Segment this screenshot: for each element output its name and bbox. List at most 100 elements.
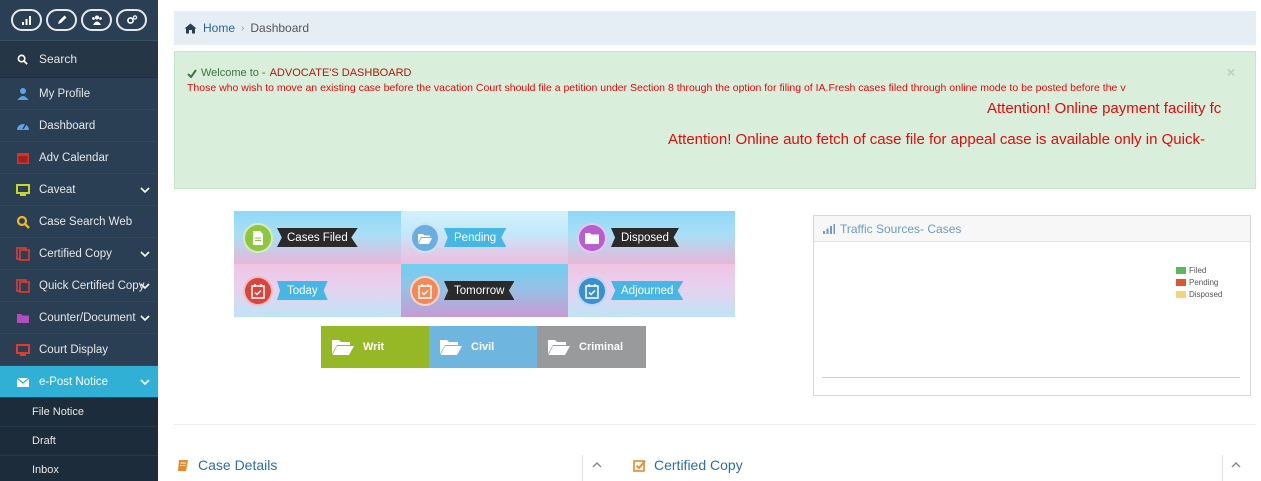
tile-label: Pending bbox=[444, 228, 507, 247]
tile-adjourned[interactable]: Adjourned bbox=[568, 264, 735, 317]
sidebar-subitem-inbox[interactable]: Inbox bbox=[0, 456, 158, 481]
calendar-check-icon bbox=[577, 275, 607, 306]
tile-disposed[interactable]: Disposed bbox=[568, 211, 735, 264]
section-divider bbox=[174, 424, 1256, 425]
sidebar-item-certified-copy[interactable]: Certified Copy bbox=[0, 238, 158, 270]
chart-axis-line bbox=[822, 377, 1240, 378]
legend-item-filed: Filed bbox=[1176, 266, 1222, 275]
writ-button[interactable]: Writ bbox=[321, 326, 429, 368]
users-icon[interactable] bbox=[81, 9, 112, 31]
sidebar-item-label: Certified Copy bbox=[39, 247, 112, 260]
alert-marquee-line-1: Those who wish to move an existing case … bbox=[187, 82, 1126, 94]
case-status-tiles: Cases Filed Pending Disposed Today Tomor… bbox=[234, 211, 735, 317]
criminal-button[interactable]: Criminal bbox=[537, 326, 646, 368]
chevron-up-icon[interactable] bbox=[591, 460, 603, 470]
checkbox-icon bbox=[633, 459, 646, 472]
panel-separator bbox=[1222, 455, 1223, 481]
legend-label: Filed bbox=[1189, 266, 1207, 275]
tile-tomorrow[interactable]: Tomorrow bbox=[401, 264, 568, 317]
sidebar-item-quick-certified-copy[interactable]: Quick Certified Copy bbox=[0, 270, 158, 302]
traffic-panel-title: Traffic Sources- Cases bbox=[840, 221, 962, 236]
case-details-header: Case Details bbox=[177, 457, 277, 473]
welcome-alert: Welcome to - ADVOCATE'S DASHBOARD × Thos… bbox=[174, 51, 1256, 189]
case-category-buttons: Writ Civil Criminal bbox=[321, 326, 646, 368]
traffic-panel-header: Traffic Sources- Cases bbox=[814, 216, 1250, 242]
certified-copy-header: Certified Copy bbox=[633, 457, 743, 473]
sidebar-item-label: e-Post Notice bbox=[39, 375, 109, 388]
civil-button[interactable]: Civil bbox=[429, 326, 537, 368]
legend-label: Pending bbox=[1189, 278, 1219, 287]
pencil-icon[interactable] bbox=[46, 9, 77, 31]
tile-label: Adjourned bbox=[611, 281, 684, 300]
tile-today[interactable]: Today bbox=[234, 264, 401, 317]
sidebar-item-adv-calendar[interactable]: Adv Calendar bbox=[0, 142, 158, 174]
traffic-sources-panel: Traffic Sources- Cases Filed Pending Dis… bbox=[813, 215, 1251, 396]
sidebar-subitem-draft[interactable]: Draft bbox=[0, 427, 158, 456]
envelope-icon bbox=[16, 375, 30, 389]
user-icon bbox=[16, 87, 30, 101]
chevron-down-icon bbox=[140, 283, 150, 290]
tile-cases-filed[interactable]: Cases Filed bbox=[234, 211, 401, 264]
sidebar-item-label: Caveat bbox=[39, 183, 76, 196]
breadcrumb-home-link[interactable]: Home bbox=[184, 21, 235, 35]
sidebar-subitem-file-notice[interactable]: File Notice bbox=[0, 398, 158, 427]
writ-label: Writ bbox=[363, 341, 385, 353]
calendar-check-icon bbox=[243, 275, 273, 306]
home-icon bbox=[184, 23, 197, 33]
stats-icon[interactable] bbox=[11, 9, 42, 31]
sidebar-item-caveat[interactable]: Caveat bbox=[0, 174, 158, 206]
search-icon bbox=[17, 54, 28, 65]
folder-icon bbox=[577, 222, 607, 253]
cogs-icon[interactable] bbox=[116, 9, 147, 31]
chart-legend: Filed Pending Disposed bbox=[1176, 266, 1222, 299]
tile-label: Today bbox=[277, 281, 328, 300]
breadcrumb-home-label: Home bbox=[203, 21, 236, 35]
monitor-icon bbox=[16, 343, 30, 357]
folder-open-icon bbox=[410, 222, 440, 253]
sidebar-item-dashboard[interactable]: Dashboard bbox=[0, 110, 158, 142]
copy-icon bbox=[16, 246, 30, 261]
chevron-down-icon bbox=[140, 251, 150, 258]
legend-label: Disposed bbox=[1189, 290, 1223, 299]
sidebar-item-my-profile[interactable]: My Profile bbox=[0, 78, 158, 110]
alert-welcome-text: Welcome to - ADVOCATE'S DASHBOARD bbox=[187, 67, 411, 79]
book-icon bbox=[178, 459, 188, 471]
chevron-down-icon bbox=[140, 315, 150, 322]
sidebar-item-label: Quick Certified Copy bbox=[39, 279, 145, 292]
sidebar-item-label: Court Display bbox=[39, 343, 109, 356]
sidebar-item-label: Adv Calendar bbox=[39, 151, 109, 164]
sidebar: Search My Profile Dashboard Adv Calendar… bbox=[0, 0, 158, 481]
sidebar-item-counter-document[interactable]: Counter/Document bbox=[0, 302, 158, 334]
sidebar-shortcuts bbox=[0, 0, 158, 41]
tile-pending[interactable]: Pending bbox=[401, 211, 568, 264]
folder-open-icon bbox=[548, 340, 570, 355]
sidebar-item-label: Counter/Document bbox=[39, 311, 136, 324]
copy-icon bbox=[16, 278, 30, 293]
sidebar-item-label: My Profile bbox=[39, 87, 91, 100]
chevron-up-icon[interactable] bbox=[1230, 460, 1242, 470]
sidebar-search-label: Search bbox=[39, 52, 78, 66]
breadcrumb-separator: › bbox=[241, 22, 245, 34]
alert-marquee-line-2: Attention! Online payment facility fc bbox=[987, 100, 1222, 117]
criminal-label: Criminal bbox=[579, 341, 624, 353]
calendar-check-icon bbox=[410, 275, 440, 306]
legend-item-pending: Pending bbox=[1176, 278, 1222, 287]
sidebar-item-case-search-web[interactable]: Case Search Web bbox=[0, 206, 158, 238]
monitor-icon bbox=[16, 183, 30, 197]
folder-open-icon bbox=[332, 340, 354, 355]
breadcrumb-current: Dashboard bbox=[250, 21, 310, 35]
file-icon bbox=[243, 222, 273, 253]
sidebar-item-court-display[interactable]: Court Display bbox=[0, 334, 158, 366]
alert-welcome-brand: ADVOCATE'S DASHBOARD bbox=[269, 67, 412, 79]
chevron-down-icon bbox=[140, 379, 150, 386]
sidebar-item-label: Case Search Web bbox=[39, 215, 133, 228]
alert-close-button[interactable]: × bbox=[1227, 64, 1235, 80]
sidebar-item-e-post-notice[interactable]: e-Post Notice bbox=[0, 366, 158, 398]
sidebar-search[interactable]: Search bbox=[0, 41, 158, 78]
folder-open-icon bbox=[440, 340, 462, 355]
chevron-down-icon bbox=[140, 187, 150, 194]
certified-copy-title: Certified Copy bbox=[654, 457, 743, 473]
stats-icon bbox=[823, 223, 835, 234]
tile-label: Cases Filed bbox=[277, 228, 358, 247]
folder-icon bbox=[16, 311, 30, 325]
